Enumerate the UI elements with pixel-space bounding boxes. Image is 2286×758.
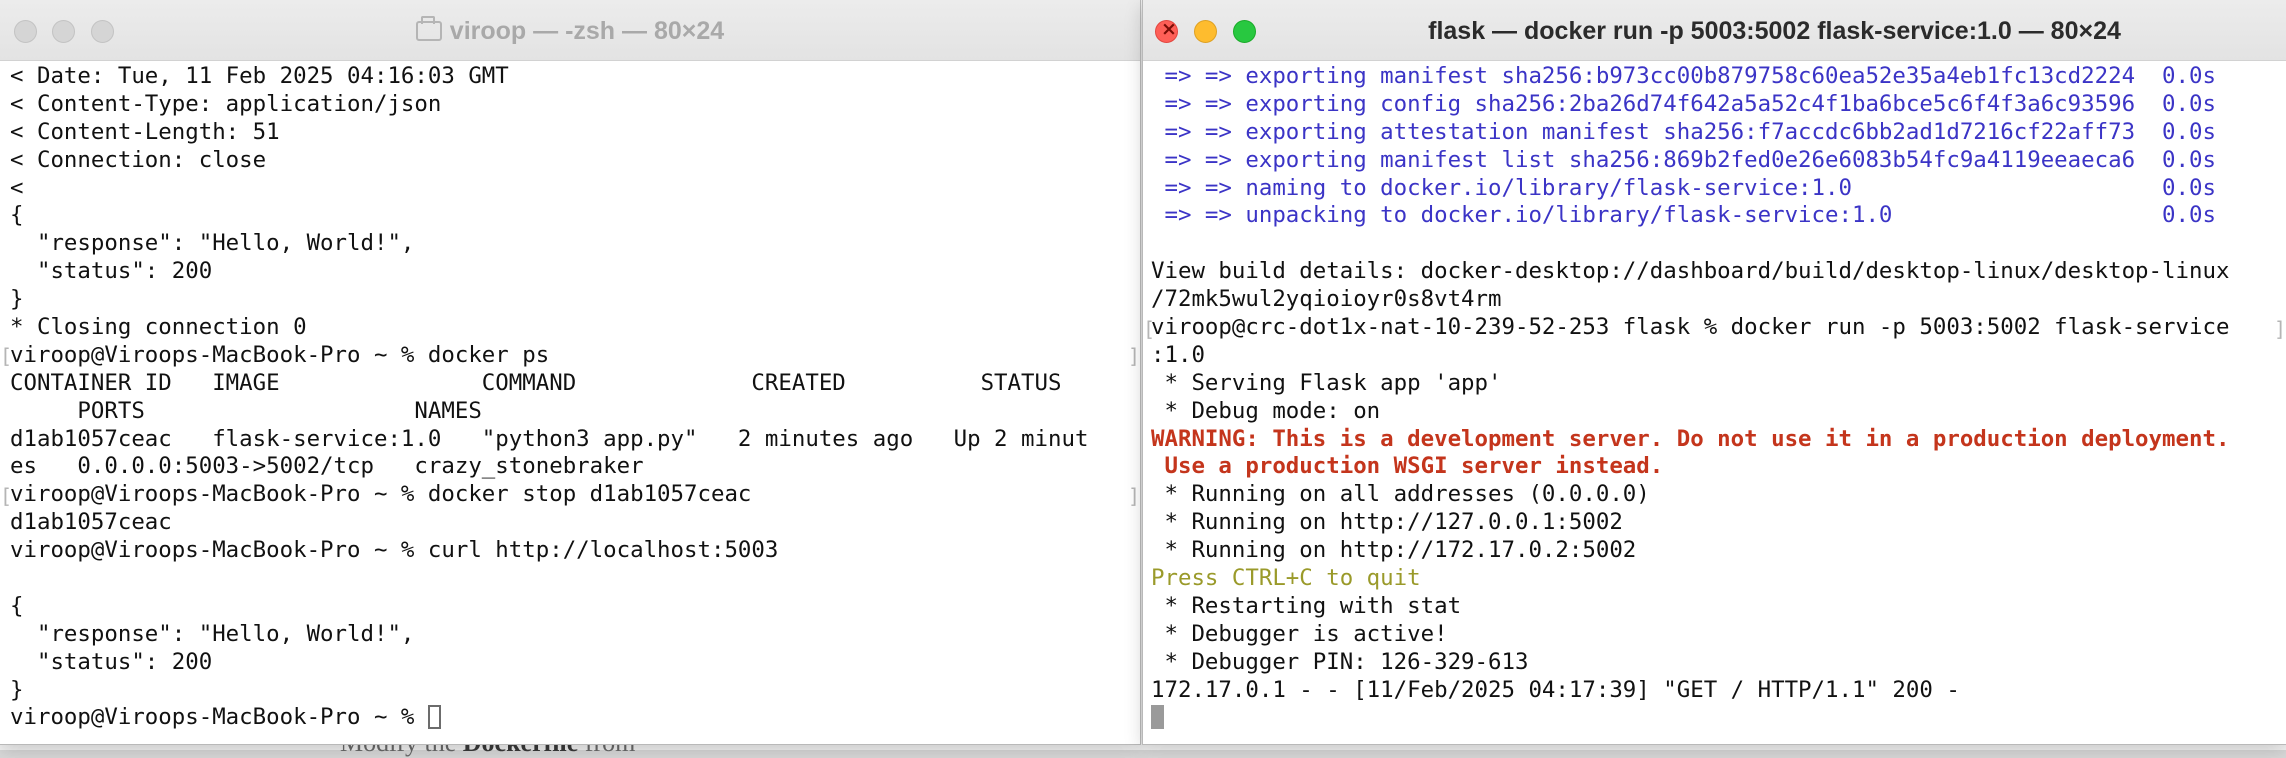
terminal-window-flask[interactable]: flask — docker run -p 5003:5002 flask-se…: [1143, 0, 2286, 744]
terminal-line: * Running on http://172.17.0.2:5002: [1151, 537, 1637, 564]
terminal-line: View build details: docker-desktop://das…: [1151, 258, 2230, 285]
terminal-line: < Connection: close: [10, 146, 267, 173]
terminal-line: * Closing connection 0: [10, 314, 307, 341]
terminal-line: 172.17.0.1 - - [11/Feb/2025 04:17:39] "G…: [1151, 676, 1960, 703]
terminal-line: viroop@Viroops-MacBook-Pro ~ % curl http…: [10, 537, 779, 564]
terminal-output[interactable]: => => exporting manifest sha256:b973cc00…: [1151, 63, 2286, 744]
terminal-line: * Debugger PIN: 126-329-613: [1151, 648, 1529, 675]
terminal-line: }: [10, 676, 24, 703]
terminal-line: viroop@Viroops-MacBook-Pro ~ % docker st…: [10, 481, 752, 508]
terminal-line: viroop@Viroops-MacBook-Pro ~ % docker ps: [10, 341, 550, 368]
minimize-window-button[interactable]: [1194, 20, 1217, 43]
terminal-line: < Date: Tue, 11 Feb 2025 04:16:03 GMT: [10, 63, 509, 89]
terminal-line: * Running on http://127.0.0.1:5002: [1151, 509, 1623, 536]
terminal-line: "response": "Hello, World!",: [10, 230, 415, 257]
mark-bracket-right: ]: [2274, 317, 2286, 341]
terminal-line: => => exporting manifest list sha256:869…: [1151, 146, 2216, 173]
terminal-line: :1.0: [1151, 341, 1205, 368]
window-titlebar[interactable]: flask — docker run -p 5003:5002 flask-se…: [1143, 0, 2286, 61]
terminal-line: * Debug mode: on: [1151, 397, 1381, 424]
terminal-line: {: [10, 202, 24, 229]
terminal-line: /72mk5wul2yqioioyr0s8vt4rm: [1151, 286, 1502, 313]
window-titlebar[interactable]: viroop — -zsh — 80×24: [0, 0, 1140, 61]
terminal-line: d1ab1057ceac flask-service:1.0 "python3 …: [10, 425, 1089, 452]
terminal-line: PORTS NAMES: [10, 397, 482, 424]
terminal-window-zsh[interactable]: viroop — -zsh — 80×24 < Date: Tue, 11 Fe…: [0, 0, 1140, 744]
mark-bracket-right: ]: [1128, 344, 1140, 368]
terminal-line: < Content-Length: 51: [10, 118, 280, 145]
folder-icon: [415, 16, 442, 41]
terminal-output[interactable]: < Date: Tue, 11 Feb 2025 04:16:03 GMT < …: [10, 63, 1140, 744]
mark-bracket-left: [: [0, 344, 13, 368]
window-title: viroop — -zsh — 80×24: [0, 16, 1140, 46]
zoom-window-button[interactable]: [1233, 20, 1256, 43]
window-title: flask — docker run -p 5003:5002 flask-se…: [1428, 17, 2121, 45]
terminal-prompt-line[interactable]: [1151, 704, 2286, 732]
terminal-line: }: [10, 286, 24, 313]
terminal-line: "status": 200: [10, 648, 213, 675]
quit-hint-line: Press CTRL+C to quit: [1151, 565, 1421, 592]
mark-bracket-left: [: [0, 484, 13, 508]
terminal-line: es 0.0.0.0:5003->5002/tcp crazy_stonebra…: [10, 453, 644, 480]
mark-bracket-left: [: [1143, 317, 1156, 341]
warning-line: WARNING: This is a development server. D…: [1151, 425, 2230, 452]
terminal-line: < Content-Type: application/json: [10, 90, 442, 117]
close-window-button[interactable]: [1155, 18, 1178, 43]
terminal-line: => => naming to docker.io/library/flask-…: [1151, 174, 2216, 201]
terminal-line: => => exporting config sha256:2ba26d74f6…: [1151, 90, 2216, 117]
terminal-line: => => exporting attestation manifest sha…: [1151, 118, 2216, 145]
terminal-line: * Restarting with stat: [1151, 592, 1462, 619]
terminal-prompt-line[interactable]: viroop@Viroops-MacBook-Pro ~ %: [10, 704, 1140, 732]
mark-bracket-right: ]: [1128, 484, 1140, 508]
terminal-line: * Running on all addresses (0.0.0.0): [1151, 481, 1650, 508]
terminal-line: * Serving Flask app 'app': [1151, 369, 1502, 396]
text-cursor: [427, 705, 441, 730]
terminal-line: "status": 200: [10, 258, 213, 285]
terminal-line: <: [10, 174, 24, 201]
warning-line: Use a production WSGI server instead.: [1151, 453, 1664, 480]
terminal-line: "response": "Hello, World!",: [10, 620, 415, 647]
terminal-line: => => exporting manifest sha256:b973cc00…: [1151, 63, 2216, 89]
terminal-line: CONTAINER ID IMAGE COMMAND CREATED STATU…: [10, 369, 1062, 396]
terminal-line: d1ab1057ceac: [10, 509, 172, 536]
terminal-line: viroop@crc-dot1x-nat-10-239-52-253 flask…: [1151, 314, 2230, 341]
terminal-line: => => unpacking to docker.io/library/fla…: [1151, 202, 2216, 229]
text-cursor: [1151, 705, 1164, 730]
terminal-line: {: [10, 592, 24, 619]
terminal-prompt: viroop@Viroops-MacBook-Pro ~ %: [10, 704, 428, 731]
terminal-line: * Debugger is active!: [1151, 620, 1448, 647]
